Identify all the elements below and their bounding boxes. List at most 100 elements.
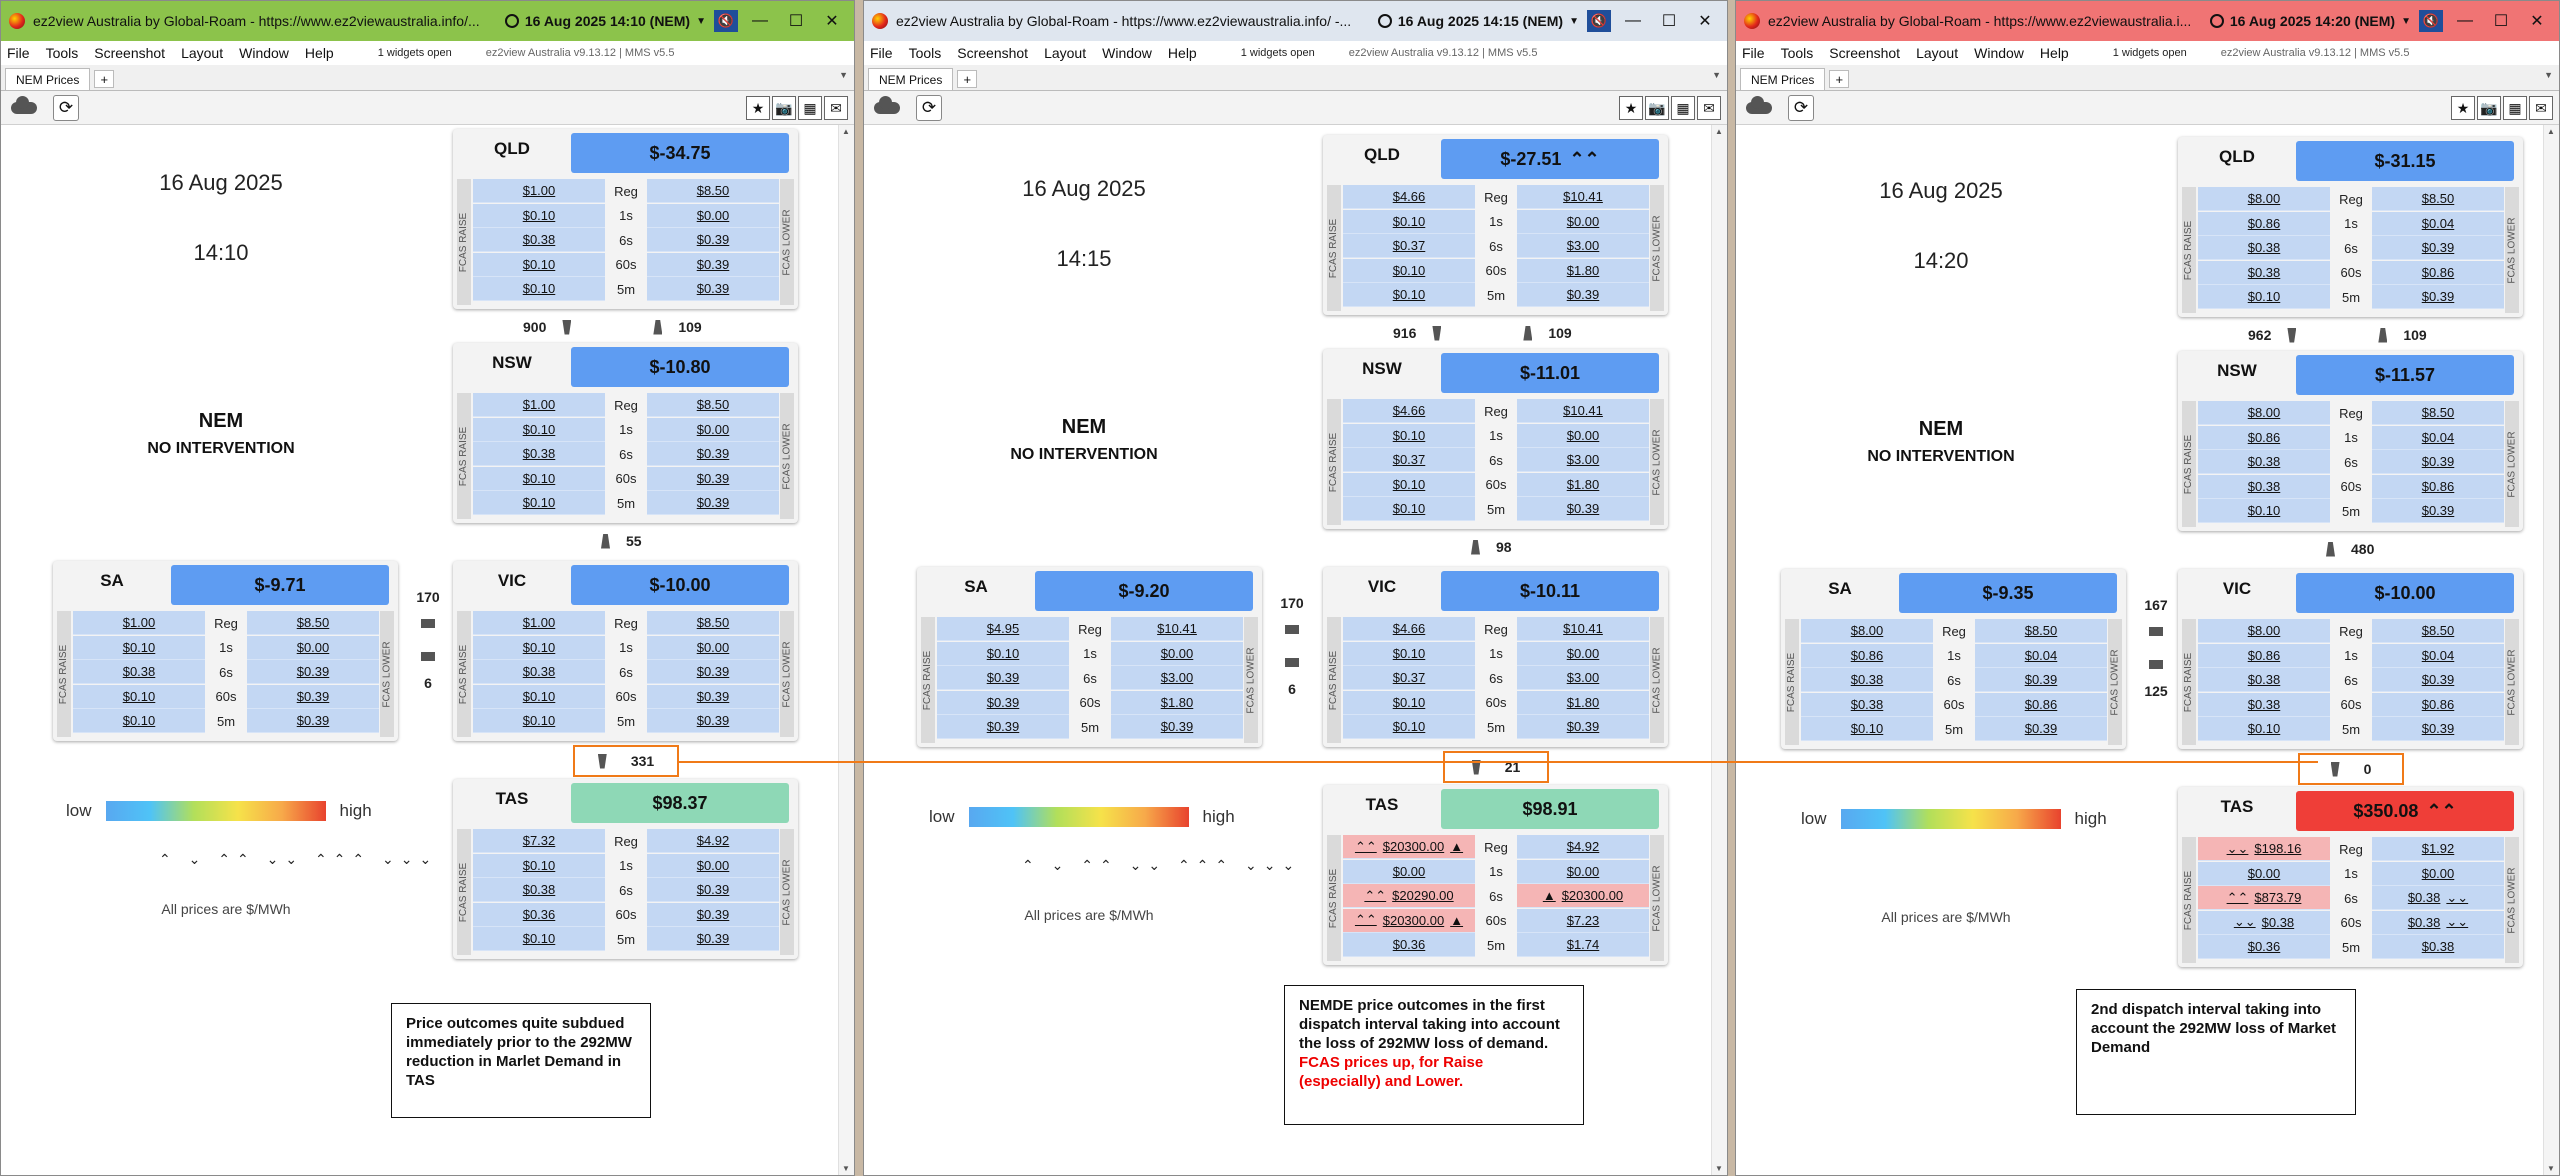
fcas-lower-price[interactable]: $8.50 xyxy=(2372,187,2504,212)
region-price[interactable]: $-10.80 xyxy=(571,347,789,387)
region-sa[interactable]: SA $-9.35 FCAS RAISE FCAS LOWER $8.00 Reg $8.5… xyxy=(1781,569,2126,749)
fcas-lower-price[interactable]: $0.00 xyxy=(647,853,779,878)
fcas-lower-price[interactable]: $8.50 xyxy=(647,179,779,204)
fcas-raise-price[interactable]: $0.38 xyxy=(2198,260,2330,285)
interconnector-qld-nsw[interactable]: 916 109 xyxy=(1393,325,1572,341)
add-tab-button[interactable]: + xyxy=(957,70,978,88)
menu-item[interactable]: Help xyxy=(2040,45,2069,61)
fcas-raise-price[interactable]: $0.36 xyxy=(1343,933,1475,958)
fcas-raise-price[interactable]: $0.10 xyxy=(473,203,605,228)
fcas-lower-price[interactable]: $0.39 xyxy=(2372,499,2504,524)
fcas-raise-price[interactable]: $0.10 xyxy=(1343,209,1475,234)
camera-icon[interactable]: 📷 xyxy=(772,96,796,120)
region-price[interactable]: $350.08 ⌃⌃ xyxy=(2296,791,2514,831)
settings-icon[interactable]: ▦ xyxy=(1671,96,1695,120)
fcas-raise-price[interactable]: $0.86 xyxy=(2198,425,2330,450)
dispatch-clock[interactable]: 16 Aug 2025 14:15 (NEM) ▼ xyxy=(1377,13,1579,29)
fcas-raise-price[interactable]: $0.38 xyxy=(2198,474,2330,499)
region-nsw[interactable]: NSW $-11.57 FCAS RAISE FCAS LOWER $8.00 Reg $8… xyxy=(2178,351,2523,531)
fcas-raise-price[interactable]: $0.10 xyxy=(2198,499,2330,524)
tab-nem-prices[interactable]: NEM Prices xyxy=(868,68,954,90)
fcas-raise-price[interactable]: ⌃⌃ $20300.00 ▲ xyxy=(1343,835,1475,860)
fcas-raise-price[interactable]: $0.38 xyxy=(2198,668,2330,693)
minimize-button[interactable]: — xyxy=(1619,12,1647,30)
interconnector-nsw-vic[interactable]: 98 xyxy=(1471,539,1512,555)
fcas-raise-price[interactable]: $0.10 xyxy=(473,277,605,302)
close-button[interactable]: ✕ xyxy=(1691,11,1719,31)
region-vic[interactable]: VIC $-10.00 FCAS RAISE FCAS LOWER $1.00 Reg $8… xyxy=(453,561,798,741)
fcas-raise-price[interactable]: $0.39 xyxy=(937,715,1069,740)
minimize-button[interactable]: — xyxy=(746,12,774,30)
fcas-lower-price[interactable]: $7.23 xyxy=(1517,908,1649,933)
fcas-lower-price[interactable]: $0.39 xyxy=(647,878,779,903)
fcas-raise-price[interactable]: $0.38 xyxy=(1801,692,1933,717)
region-price[interactable]: $-9.20 xyxy=(1035,571,1253,611)
region-nsw[interactable]: NSW $-10.80 FCAS RAISE FCAS LOWER $1.00 Reg $8… xyxy=(453,343,798,523)
add-tab-button[interactable]: + xyxy=(1829,70,1850,88)
fcas-raise-price[interactable]: $0.10 xyxy=(73,709,205,734)
fcas-lower-price[interactable]: $0.86 xyxy=(1975,692,2107,717)
cloud-icon[interactable] xyxy=(11,95,37,114)
interconnector-qld-nsw[interactable]: 900 109 xyxy=(523,319,702,335)
fcas-raise-price[interactable]: $0.38 xyxy=(2198,236,2330,261)
region-price[interactable]: $-34.75 xyxy=(571,133,789,173)
fcas-raise-price[interactable]: ⌃⌃ $873.79 xyxy=(2198,886,2330,911)
fcas-raise-price[interactable]: $0.38 xyxy=(73,660,205,685)
fcas-raise-price[interactable]: $0.10 xyxy=(1343,641,1475,666)
region-vic[interactable]: VIC $-10.00 FCAS RAISE FCAS LOWER $8.00 Reg $8… xyxy=(2178,569,2523,749)
fcas-lower-price[interactable]: $0.39 xyxy=(2372,668,2504,693)
fcas-lower-price[interactable]: $3.00 xyxy=(1517,666,1649,691)
menu-item[interactable]: Window xyxy=(1102,45,1152,61)
region-price[interactable]: $-11.01 xyxy=(1441,353,1659,393)
fcas-lower-price[interactable]: $0.39 xyxy=(647,491,779,516)
fcas-lower-price[interactable]: $0.39 xyxy=(647,277,779,302)
dispatch-clock[interactable]: 16 Aug 2025 14:20 (NEM) ▼ xyxy=(2209,13,2411,29)
region-qld[interactable]: QLD $-27.51 ⌃⌃ FCAS RAISE FCAS LOWER $4.66 Reg… xyxy=(1323,135,1668,315)
add-tab-button[interactable]: + xyxy=(94,70,115,88)
menu-item[interactable]: Help xyxy=(305,45,334,61)
fcas-raise-price[interactable]: $0.86 xyxy=(2198,211,2330,236)
fcas-raise-price[interactable]: $0.10 xyxy=(73,635,205,660)
settings-icon[interactable]: ▦ xyxy=(798,96,822,120)
refresh-button[interactable]: ⟳ xyxy=(53,94,79,121)
fcas-lower-price[interactable]: $0.39 xyxy=(647,902,779,927)
fcas-raise-price[interactable]: $0.00 xyxy=(1343,859,1475,884)
fcas-lower-price[interactable]: $0.00 xyxy=(1517,859,1649,884)
cloud-icon[interactable] xyxy=(1746,95,1772,114)
interconnector-nsw-vic[interactable]: 480 xyxy=(2326,541,2374,557)
fcas-raise-price[interactable]: $0.10 xyxy=(1343,472,1475,497)
fcas-raise-price[interactable]: $0.10 xyxy=(1343,690,1475,715)
fcas-raise-price[interactable]: $0.10 xyxy=(473,466,605,491)
fcas-lower-price[interactable]: $0.39 xyxy=(1517,497,1649,522)
fcas-raise-price[interactable]: $0.00 xyxy=(2198,861,2330,886)
fcas-raise-price[interactable]: $0.10 xyxy=(473,252,605,277)
fcas-lower-price[interactable]: $0.00 xyxy=(1517,209,1649,234)
fcas-lower-price[interactable]: $0.39 xyxy=(247,684,379,709)
menu-item[interactable]: Screenshot xyxy=(957,45,1028,61)
region-sa[interactable]: SA $-9.71 FCAS RAISE FCAS LOWER $1.00 Reg $8.5… xyxy=(53,561,398,741)
fcas-raise-price[interactable]: $0.10 xyxy=(1343,283,1475,308)
fcas-lower-price[interactable]: $4.92 xyxy=(1517,835,1649,860)
mute-icon[interactable]: 🔇 xyxy=(1587,10,1611,32)
menu-item[interactable]: Layout xyxy=(181,45,223,61)
fcas-lower-price[interactable]: $10.41 xyxy=(1111,617,1243,642)
mute-icon[interactable]: 🔇 xyxy=(2419,10,2443,32)
fcas-raise-price[interactable]: $4.66 xyxy=(1343,399,1475,424)
camera-icon[interactable]: 📷 xyxy=(1645,96,1669,120)
fcas-raise-price[interactable]: $0.37 xyxy=(1343,234,1475,259)
fcas-raise-price[interactable]: $0.86 xyxy=(2198,643,2330,668)
fcas-raise-price[interactable]: ⌃⌃ $20290.00 xyxy=(1343,884,1475,909)
fcas-raise-price[interactable]: $8.00 xyxy=(1801,619,1933,644)
menu-item[interactable]: Help xyxy=(1168,45,1197,61)
fcas-lower-price[interactable]: $0.04 xyxy=(2372,643,2504,668)
comment-icon[interactable]: ✉ xyxy=(1697,96,1721,120)
fcas-raise-price[interactable]: $0.10 xyxy=(473,491,605,516)
fcas-lower-price[interactable]: $8.50 xyxy=(247,611,379,636)
cloud-icon[interactable] xyxy=(874,95,900,114)
fcas-raise-price[interactable]: $1.00 xyxy=(473,611,605,636)
region-price[interactable]: $-9.71 xyxy=(171,565,389,605)
region-qld[interactable]: QLD $-31.15 FCAS RAISE FCAS LOWER $8.00 Reg $8… xyxy=(2178,137,2523,317)
region-price[interactable]: $-10.00 xyxy=(2296,573,2514,613)
fcas-lower-price[interactable]: $0.39 xyxy=(1975,717,2107,742)
fcas-lower-price[interactable]: $0.39 xyxy=(647,252,779,277)
